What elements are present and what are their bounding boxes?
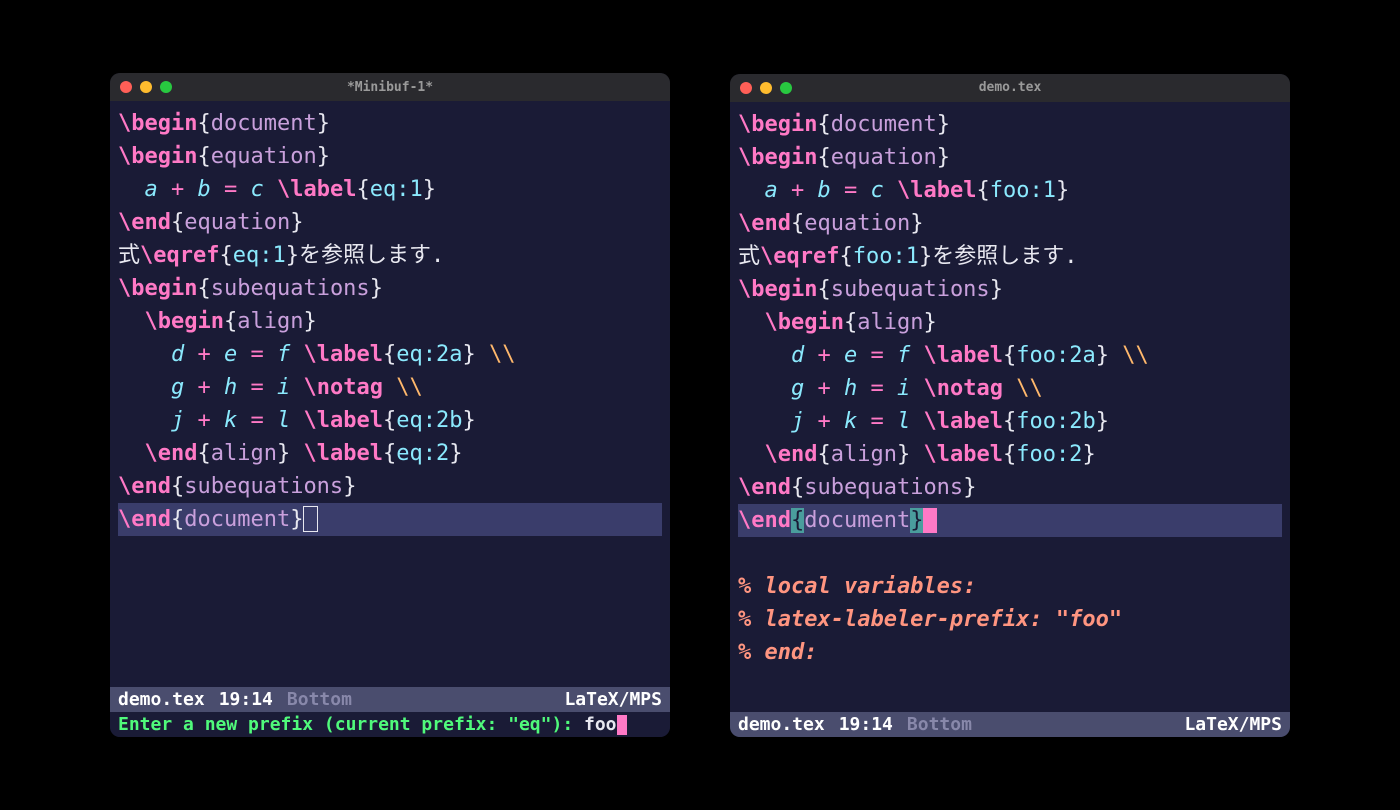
code-line: d + e = f \label{eq:2a} \\ xyxy=(118,338,662,371)
modeline-file: demo.tex xyxy=(118,689,205,710)
code-line: \end{equation} xyxy=(738,207,1282,240)
traffic-lights xyxy=(120,81,172,93)
minimize-icon[interactable] xyxy=(140,81,152,93)
code-line: a + b = c \label{eq:1} xyxy=(118,173,662,206)
editor-buffer[interactable]: \begin{document} \begin{equation} a + b … xyxy=(730,102,1290,712)
code-line: \end{subequations} xyxy=(738,471,1282,504)
cursor-icon xyxy=(303,506,317,532)
modeline-position: 19:14 xyxy=(219,689,273,710)
modeline-position: 19:14 xyxy=(839,714,893,735)
editor-window-left: *Minibuf-1* \begin{document} \begin{equa… xyxy=(110,73,670,737)
code-line: \begin{subequations} xyxy=(118,272,662,305)
code-line: \begin{document} xyxy=(118,107,662,140)
comment-line: % local variables: xyxy=(738,570,1282,603)
comment-line: % end: xyxy=(738,636,1282,669)
titlebar[interactable]: *Minibuf-1* xyxy=(110,73,670,101)
code-line xyxy=(738,537,1282,570)
editor-window-right: demo.tex \begin{document} \begin{equatio… xyxy=(730,74,1290,737)
comment-line: % latex-labeler-prefix: "foo" xyxy=(738,603,1282,636)
code-line-highlighted: \end{document} xyxy=(738,504,1282,537)
minimize-icon[interactable] xyxy=(760,82,772,94)
matched-brace: } xyxy=(910,508,923,533)
code-line: \end{subequations} xyxy=(118,470,662,503)
minibuffer-input[interactable]: foo xyxy=(584,714,617,735)
code-line: \begin{align} xyxy=(118,305,662,338)
code-line: \end{align} \label{foo:2} xyxy=(738,438,1282,471)
modeline: demo.tex 19:14 Bottom LaTeX/MPS xyxy=(730,712,1290,737)
minibuffer-prompt: Enter a new prefix (current prefix: "eq"… xyxy=(118,714,584,735)
code-line: 式\eqref{eq:1}を参照します. xyxy=(118,239,662,272)
modeline-file: demo.tex xyxy=(738,714,825,735)
modeline-mode: LaTeX/MPS xyxy=(564,689,662,710)
window-title: *Minibuf-1* xyxy=(347,80,433,95)
code-line: d + e = f \label{foo:2a} \\ xyxy=(738,339,1282,372)
modeline-location: Bottom xyxy=(287,689,352,710)
maximize-icon[interactable] xyxy=(780,82,792,94)
code-line: 式\eqref{foo:1}を参照します. xyxy=(738,240,1282,273)
modeline: demo.tex 19:14 Bottom LaTeX/MPS xyxy=(110,687,670,712)
close-icon[interactable] xyxy=(740,82,752,94)
traffic-lights xyxy=(740,82,792,94)
cursor-icon xyxy=(923,508,936,532)
window-title: demo.tex xyxy=(979,80,1042,95)
code-line: j + k = l \label{eq:2b} xyxy=(118,404,662,437)
code-line: \begin{equation} xyxy=(738,141,1282,174)
editor-buffer[interactable]: \begin{document} \begin{equation} a + b … xyxy=(110,101,670,687)
code-line: \begin{align} xyxy=(738,306,1282,339)
code-line: \begin{document} xyxy=(738,108,1282,141)
cursor-icon xyxy=(617,715,628,735)
code-line: g + h = i \notag \\ xyxy=(738,372,1282,405)
modeline-location: Bottom xyxy=(907,714,972,735)
code-line: a + b = c \label{foo:1} xyxy=(738,174,1282,207)
minibuffer[interactable]: Enter a new prefix (current prefix: "eq"… xyxy=(110,712,670,737)
matched-brace: { xyxy=(791,508,804,533)
code-line: \begin{equation} xyxy=(118,140,662,173)
code-line: g + h = i \notag \\ xyxy=(118,371,662,404)
code-line: \end{equation} xyxy=(118,206,662,239)
code-line-highlighted: \end{document} xyxy=(118,503,662,536)
modeline-mode: LaTeX/MPS xyxy=(1184,714,1282,735)
close-icon[interactable] xyxy=(120,81,132,93)
code-line: j + k = l \label{foo:2b} xyxy=(738,405,1282,438)
code-line: \end{align} \label{eq:2} xyxy=(118,437,662,470)
titlebar[interactable]: demo.tex xyxy=(730,74,1290,102)
code-line: \begin{subequations} xyxy=(738,273,1282,306)
maximize-icon[interactable] xyxy=(160,81,172,93)
